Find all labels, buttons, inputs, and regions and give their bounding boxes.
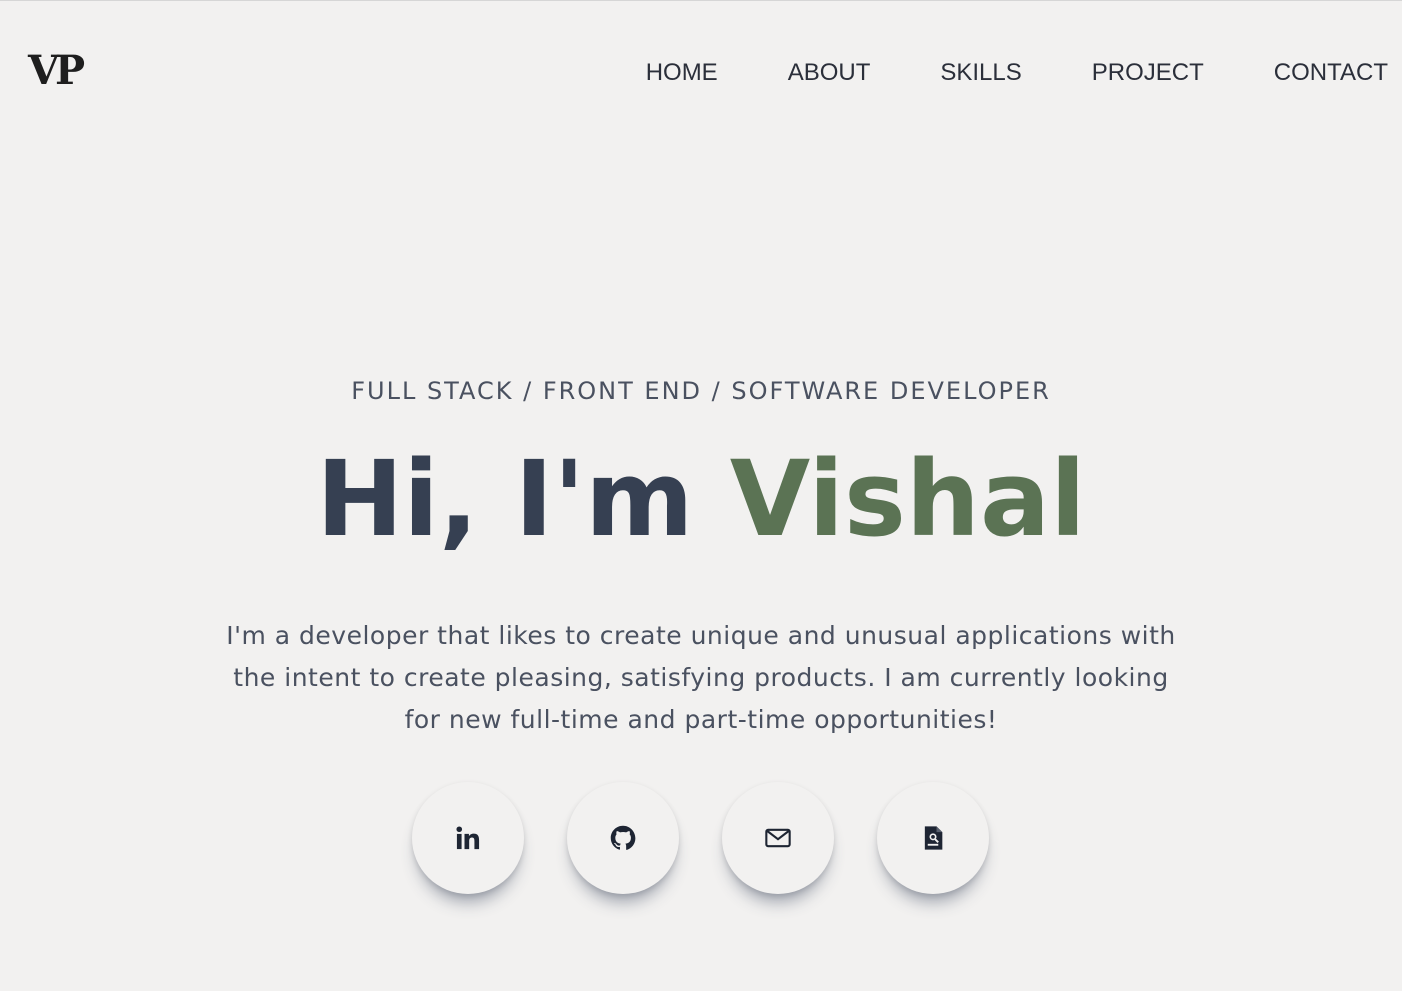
hero-section: FULL STACK / FRONT END / SOFTWARE DEVELO… [0,371,1402,741]
email-button[interactable] [722,782,834,894]
social-links [412,782,989,894]
logo[interactable]: VP [28,49,85,93]
hero-headline: Hi, I'm Vishal [0,439,1402,559]
nav-contact[interactable]: CONTACT [1274,57,1388,89]
hero-bio: I'm a developer that likes to create uni… [226,621,1176,734]
roles-subtitle: FULL STACK / FRONT END / SOFTWARE DEVELO… [351,377,1051,405]
mail-icon [764,824,792,852]
linkedin-icon [454,824,482,852]
portfolio-page: VP HOME ABOUT SKILLS PROJECT CONTACT FUL… [0,0,1402,991]
resume-button[interactable] [877,782,989,894]
github-icon [609,824,637,852]
greeting-text: Hi, I'm [316,438,694,560]
hero-name: Vishal [729,438,1086,560]
nav-about[interactable]: ABOUT [788,57,871,89]
nav-home[interactable]: HOME [646,57,718,89]
linkedin-button[interactable] [412,782,524,894]
nav-project[interactable]: PROJECT [1092,57,1204,89]
resume-icon [919,824,947,852]
nav-skills[interactable]: SKILLS [940,57,1021,89]
github-button[interactable] [567,782,679,894]
main-nav: HOME ABOUT SKILLS PROJECT CONTACT [646,57,1388,89]
